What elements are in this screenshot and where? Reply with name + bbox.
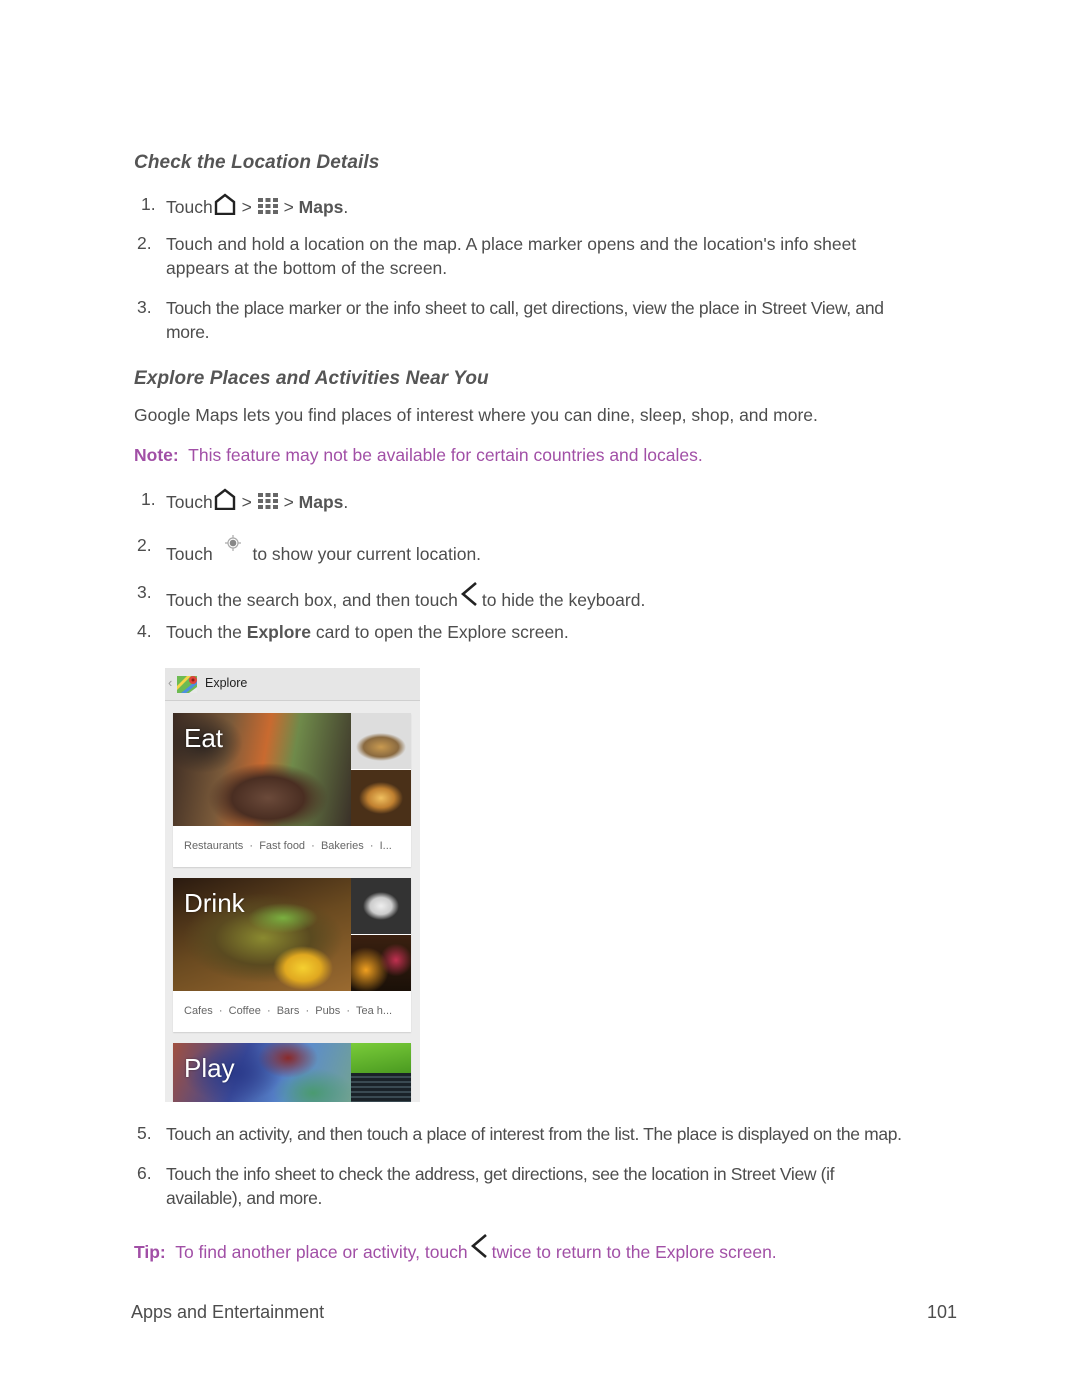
- step-5-touch-activity: Touch an activity, and then touch a plac…: [166, 1122, 902, 1146]
- separator: >: [283, 197, 294, 217]
- google-maps-icon: [177, 674, 199, 699]
- card-subtitle-eat: Restaurants · Fast food · Bakeries · I..…: [184, 840, 392, 852]
- step-1-touch-maps: Touch > > Maps.: [166, 193, 348, 221]
- step-number: 1.: [141, 194, 156, 214]
- section-heading-explore-places: Explore Places and Activities Near You: [134, 368, 489, 389]
- separator: >: [241, 492, 252, 512]
- card-label-eat: Eat: [184, 723, 224, 753]
- back-icon: [458, 581, 482, 613]
- card-subtitle-drink: Cafes · Coffee · Bars · Pubs · Tea h...: [184, 1005, 393, 1017]
- step-3-touch-marker: Touch the place marker or the info sheet…: [166, 296, 884, 344]
- step-3-hide-keyboard: Touch the search box, and then touch to h…: [166, 581, 645, 613]
- explore-app-bar: ‹ Explore: [165, 668, 420, 701]
- separator: >: [283, 492, 294, 512]
- tip-text-pre: To find another place or activity, touch: [175, 1242, 468, 1262]
- explore-screenshot: ‹ Explore Eat Restaurants · Fast food · …: [165, 668, 420, 1102]
- step-text: Touch: [166, 492, 213, 512]
- step-number: 4.: [137, 621, 152, 641]
- eat-photo-collage: Eat: [173, 713, 411, 826]
- step-number: 3.: [137, 297, 152, 317]
- step-1-touch-maps: Touch > > Maps.: [166, 488, 348, 516]
- step-text-line: more.: [166, 322, 210, 342]
- step-number: 3.: [137, 582, 152, 602]
- intro-paragraph: Google Maps lets you find places of inte…: [134, 405, 818, 425]
- step-text: Touch the: [166, 622, 242, 642]
- step-text-line: available), and more.: [166, 1188, 323, 1208]
- step-text: to hide the keyboard.: [481, 590, 646, 610]
- my-location-icon: [224, 534, 242, 558]
- back-icon: [468, 1233, 492, 1265]
- step-4-explore-card: Touch the Explore card to open the Explo…: [166, 620, 569, 644]
- card-label-drink: Drink: [184, 888, 245, 918]
- step-number: 1.: [141, 489, 156, 509]
- explore-card-play[interactable]: Play: [173, 1043, 411, 1102]
- explore-card-eat[interactable]: Eat Restaurants · Fast food · Bakeries ·…: [173, 713, 411, 867]
- step-6-info-sheet: Touch the info sheet to check the addres…: [166, 1162, 835, 1210]
- step-number: 6.: [137, 1163, 152, 1183]
- drink-photo-collage: Drink: [173, 878, 411, 991]
- step-2-current-location: Touch to show your current location.: [166, 534, 481, 566]
- tip-label: Tip:: [134, 1242, 166, 1262]
- step-text: Touch: [166, 197, 213, 217]
- card-label-play: Play: [184, 1053, 235, 1083]
- step-number: 5.: [137, 1123, 152, 1143]
- note: Note: This feature may not be available …: [134, 443, 703, 467]
- step-text: to show your current location.: [252, 544, 482, 564]
- explore-card-drink[interactable]: Drink Cafes · Coffee · Bars · Pubs · Tea…: [173, 878, 411, 1032]
- step-text: Touch the search box, and then touch: [166, 590, 458, 610]
- period: .: [343, 492, 349, 512]
- explore-title: Explore: [205, 676, 248, 690]
- explore-label: Explore: [246, 622, 311, 642]
- home-icon: [213, 488, 237, 516]
- apps-grid-icon: [257, 197, 279, 221]
- step-text-line: Touch and hold a location on the map. A …: [166, 234, 857, 254]
- period: .: [343, 197, 349, 217]
- section-heading-check-location: Check the Location Details: [134, 152, 380, 173]
- home-icon: [213, 193, 237, 221]
- step-text-line: Touch an activity, and then touch a plac…: [166, 1124, 902, 1144]
- step-number: 2.: [137, 535, 152, 555]
- play-photo-collage: Play: [173, 1043, 411, 1102]
- step-text-line: Touch the place marker or the info sheet…: [166, 298, 884, 318]
- step-text: Touch: [166, 544, 213, 564]
- step-text-line: Touch the info sheet to check the addres…: [166, 1164, 835, 1184]
- tip-text-post: twice to return to the Explore screen.: [491, 1242, 777, 1262]
- apps-grid-icon: [257, 492, 279, 516]
- maps-app-label: Maps: [298, 492, 344, 512]
- note-text: This feature may not be available for ce…: [188, 445, 703, 465]
- step-number: 2.: [137, 233, 152, 253]
- step-2-touch-hold: Touch and hold a location on the map. A …: [166, 232, 856, 280]
- page-number: 101: [927, 1302, 958, 1322]
- footer-section-title: Apps and Entertainment: [131, 1302, 325, 1322]
- maps-app-label: Maps: [298, 197, 344, 217]
- step-text-line: appears at the bottom of the screen.: [166, 258, 448, 278]
- up-chevron-icon[interactable]: ‹: [168, 675, 172, 690]
- note-label: Note:: [134, 445, 179, 465]
- step-text: card to open the Explore screen.: [315, 622, 569, 642]
- separator: >: [241, 197, 252, 217]
- tip: Tip: To find another place or activity, …: [134, 1233, 777, 1265]
